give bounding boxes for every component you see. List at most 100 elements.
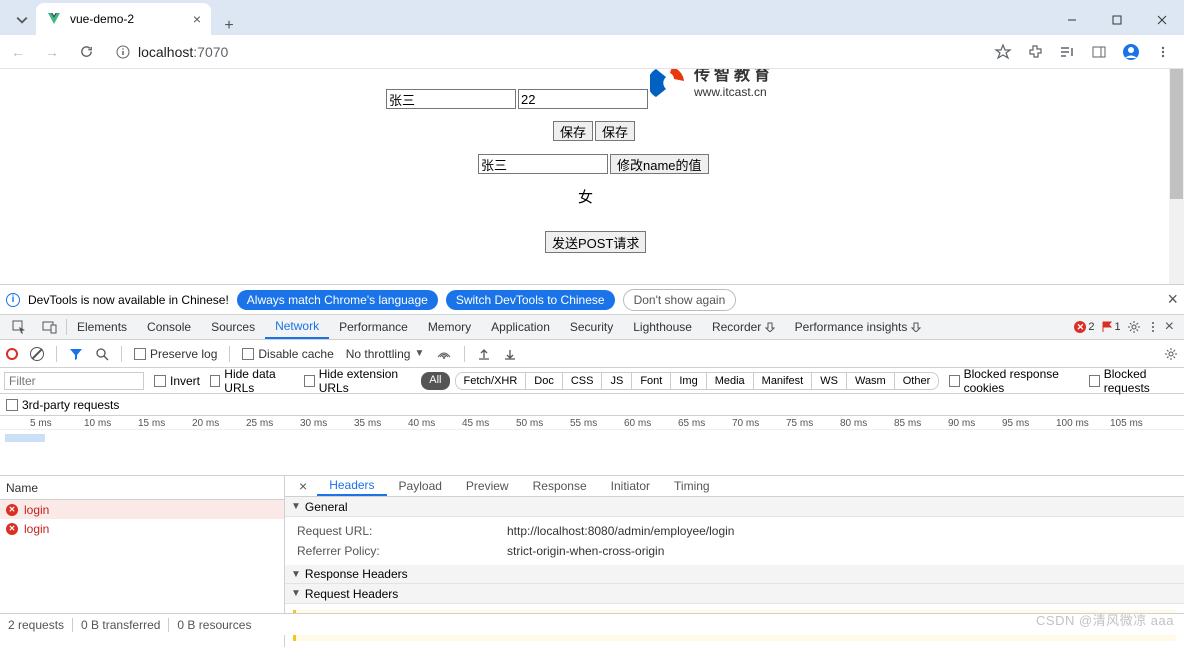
filter-css[interactable]: CSS xyxy=(562,372,603,390)
always-match-language-button[interactable]: Always match Chrome's language xyxy=(237,290,438,310)
tab-lighthouse[interactable]: Lighthouse xyxy=(623,315,702,339)
site-info-icon[interactable] xyxy=(116,45,130,59)
invert-checkbox[interactable]: Invert xyxy=(154,374,200,388)
request-row[interactable]: ✕ login xyxy=(0,519,284,538)
back-button[interactable]: ← xyxy=(6,40,30,64)
import-har-icon[interactable] xyxy=(477,347,491,361)
maximize-button[interactable] xyxy=(1095,5,1139,35)
filter-manifest[interactable]: Manifest xyxy=(753,372,813,390)
detail-tab-timing[interactable]: Timing xyxy=(662,476,722,496)
third-party-checkbox[interactable]: 3rd-party requests xyxy=(6,398,119,412)
side-panel-icon[interactable] xyxy=(1090,43,1108,61)
response-headers-section[interactable]: ▼Response Headers xyxy=(285,565,1184,585)
record-button[interactable] xyxy=(6,348,18,360)
dont-show-again-button[interactable]: Don't show again xyxy=(623,289,737,311)
blocked-requests-checkbox[interactable]: Blocked requests xyxy=(1089,367,1180,395)
hide-extension-urls-checkbox[interactable]: Hide extension URLs xyxy=(304,367,412,395)
error-count-badge[interactable]: ✕2 xyxy=(1074,321,1094,333)
devtools-close-icon[interactable]: × xyxy=(1165,318,1174,336)
name-input-1[interactable] xyxy=(386,89,516,109)
filter-fetch-xhr[interactable]: Fetch/XHR xyxy=(455,372,527,390)
url-box[interactable]: localhost:7070 xyxy=(108,44,984,60)
filter-media[interactable]: Media xyxy=(706,372,754,390)
filter-other[interactable]: Other xyxy=(894,372,940,390)
url-host: localhost xyxy=(138,44,193,60)
tab-memory[interactable]: Memory xyxy=(418,315,481,339)
filter-img[interactable]: Img xyxy=(670,372,706,390)
detail-tab-payload[interactable]: Payload xyxy=(387,476,454,496)
devtools-menu-icon[interactable] xyxy=(1147,321,1159,333)
inspect-element-icon[interactable] xyxy=(4,315,34,339)
name-input-2[interactable] xyxy=(478,154,608,174)
request-row[interactable]: ✕ login xyxy=(0,500,284,519)
request-error-icon: ✕ xyxy=(6,523,18,535)
reading-list-icon[interactable] xyxy=(1058,43,1076,61)
clear-button[interactable] xyxy=(30,347,44,361)
tab-performance[interactable]: Performance xyxy=(329,315,418,339)
tab-security[interactable]: Security xyxy=(560,315,623,339)
tab-close-icon[interactable]: × xyxy=(193,11,201,27)
page-scrollbar-thumb[interactable] xyxy=(1170,69,1183,199)
close-detail-icon[interactable]: × xyxy=(289,478,317,494)
extensions-icon[interactable] xyxy=(1026,43,1044,61)
network-timeline[interactable]: 5 ms10 ms15 ms20 ms25 ms30 ms35 ms40 ms4… xyxy=(0,416,1184,476)
network-conditions-icon[interactable] xyxy=(436,347,452,361)
new-tab-button[interactable]: + xyxy=(215,17,243,35)
page-scrollbar-track[interactable] xyxy=(1169,69,1184,284)
disable-cache-checkbox[interactable]: Disable cache xyxy=(242,347,333,361)
filter-toggle-icon[interactable] xyxy=(69,347,83,361)
request-headers-section[interactable]: ▼Request Headers xyxy=(285,584,1184,604)
general-section-header[interactable]: ▼General xyxy=(285,497,1184,517)
bookmark-star-icon[interactable] xyxy=(994,43,1012,61)
detail-tab-initiator[interactable]: Initiator xyxy=(599,476,662,496)
request-list-header[interactable]: Name xyxy=(0,476,284,500)
tab-elements[interactable]: Elements xyxy=(67,315,137,339)
profile-icon[interactable] xyxy=(1122,43,1140,61)
gender-text: 女 xyxy=(578,186,593,207)
forward-button[interactable]: → xyxy=(40,40,64,64)
close-info-bar-icon[interactable]: × xyxy=(1167,289,1178,310)
switch-to-chinese-button[interactable]: Switch DevTools to Chinese xyxy=(446,290,615,310)
network-status-bar: 2 requests 0 B transferred 0 B resources xyxy=(0,613,1184,635)
tab-search-dropdown[interactable] xyxy=(8,5,36,35)
request-name: login xyxy=(24,503,49,517)
blocked-cookies-checkbox[interactable]: Blocked response cookies xyxy=(949,367,1079,395)
save-button-1[interactable]: 保存 xyxy=(553,121,593,141)
preserve-log-checkbox[interactable]: Preserve log xyxy=(134,347,217,361)
tab-application[interactable]: Application xyxy=(481,315,560,339)
network-settings-icon[interactable] xyxy=(1164,347,1178,361)
age-input[interactable] xyxy=(518,89,648,109)
device-toolbar-icon[interactable] xyxy=(34,315,66,339)
tab-performance-insights[interactable]: Performance insights xyxy=(785,315,931,339)
search-icon[interactable] xyxy=(95,347,109,361)
throttling-dropdown[interactable]: No throttling▼ xyxy=(346,347,425,361)
browser-tab[interactable]: vue-demo-2 × xyxy=(36,3,211,35)
export-har-icon[interactable] xyxy=(503,347,517,361)
send-post-button[interactable]: 发送POST请求 xyxy=(545,231,646,253)
filter-input[interactable] xyxy=(4,372,144,390)
filter-wasm[interactable]: Wasm xyxy=(846,372,895,390)
tab-sources[interactable]: Sources xyxy=(201,315,265,339)
hide-data-urls-checkbox[interactable]: Hide data URLs xyxy=(210,367,294,395)
filter-js[interactable]: JS xyxy=(601,372,632,390)
save-button-2[interactable]: 保存 xyxy=(595,121,635,141)
detail-tab-headers[interactable]: Headers xyxy=(317,476,386,496)
tab-network[interactable]: Network xyxy=(265,315,329,339)
filter-doc[interactable]: Doc xyxy=(525,372,563,390)
issue-count-badge[interactable]: 1 xyxy=(1101,321,1121,333)
filter-ws[interactable]: WS xyxy=(811,372,847,390)
tab-console[interactable]: Console xyxy=(137,315,201,339)
settings-gear-icon[interactable] xyxy=(1127,320,1141,334)
reload-button[interactable] xyxy=(74,40,98,64)
filter-all[interactable]: All xyxy=(421,372,449,390)
timeline-request-bar xyxy=(5,434,45,442)
filter-font[interactable]: Font xyxy=(631,372,671,390)
modify-name-button[interactable]: 修改name的值 xyxy=(610,154,709,174)
window-close-button[interactable] xyxy=(1140,5,1184,35)
network-filter-bar: Invert Hide data URLs Hide extension URL… xyxy=(0,368,1184,394)
minimize-button[interactable] xyxy=(1050,5,1094,35)
chrome-menu-icon[interactable] xyxy=(1154,43,1172,61)
detail-tab-preview[interactable]: Preview xyxy=(454,476,521,496)
tab-recorder[interactable]: Recorder xyxy=(702,315,785,339)
detail-tab-response[interactable]: Response xyxy=(521,476,599,496)
